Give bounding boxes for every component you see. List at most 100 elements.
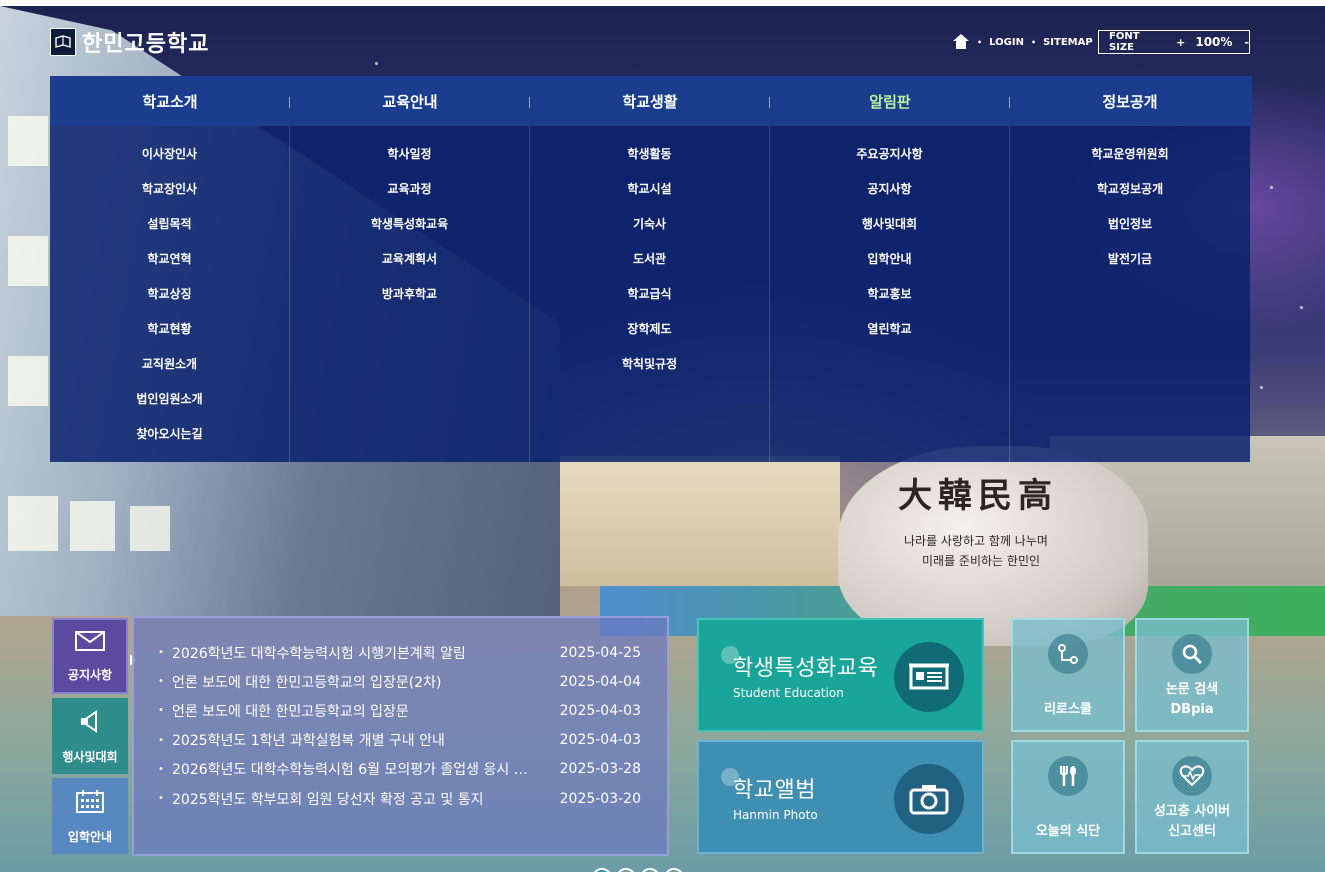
riroschool-tile[interactable]: 리로스쿨 bbox=[1011, 618, 1125, 732]
gnb-item[interactable]: 기숙사 bbox=[530, 213, 769, 248]
list-item[interactable]: • 2026학년도 대학수학능력시험 6월 모의평가 졸업생 응시 … 2025-0… bbox=[158, 755, 641, 784]
student-education-tile[interactable]: 학생특성화교육 Student Education bbox=[697, 618, 984, 732]
gnb-item[interactable]: 설립목적 bbox=[50, 213, 289, 248]
notice-tab-announcements[interactable]: 공지사항 bbox=[52, 618, 136, 694]
list-item[interactable]: • 언론 보도에 대한 한민고등학교의 입장문 2025-04-03 bbox=[158, 696, 641, 725]
notice-title[interactable]: 언론 보도에 대한 한민고등학교의 입장문 bbox=[172, 701, 552, 721]
star bbox=[1300, 306, 1303, 309]
gnb-item[interactable]: 학교현황 bbox=[50, 318, 289, 353]
school-album-tile[interactable]: 학교앨범 Hanmin Photo bbox=[697, 740, 984, 854]
gnb-column-school-intro: 이사장인사 학교장인사 설립목적 학교연혁 학교상징 학교현황 교직원소개 법인… bbox=[50, 126, 290, 462]
cyber-report-center-tile[interactable]: 성고충 사이버 신고센터 bbox=[1135, 740, 1249, 854]
list-item[interactable]: • 2026학년도 대학수학능력시험 시행기본계획 알림 2025-04-25 bbox=[158, 638, 641, 667]
notice-tab-label: 공지사항 bbox=[67, 668, 113, 682]
notice-date: 2025-04-03 bbox=[559, 732, 641, 749]
gnb-item[interactable]: 학생특성화교육 bbox=[290, 213, 529, 248]
gnb-column-school-life: 학생활동 학교시설 기숙사 도서관 학교급식 장학제도 학칙및규정 bbox=[530, 126, 770, 462]
notice-title[interactable]: 2025학년도 1학년 과학실험복 개별 구내 안내 bbox=[172, 730, 552, 750]
dbpia-search-tile[interactable]: 논문 검색 DBpia bbox=[1135, 618, 1249, 732]
today-meal-tile[interactable]: 오늘의 식단 bbox=[1011, 740, 1125, 854]
gnb-item[interactable]: 학사일정 bbox=[290, 143, 529, 178]
gnb-item[interactable]: 학교운영위원회 bbox=[1010, 143, 1250, 178]
decorative-bubble bbox=[721, 768, 739, 786]
quick-label-line1: 성고충 사이버 bbox=[1153, 804, 1231, 819]
separator-dot: • bbox=[1030, 37, 1037, 47]
monument-title: 大韓民高 bbox=[898, 476, 1058, 516]
gnb-item[interactable]: 교직원소개 bbox=[50, 353, 289, 388]
quick-label: 오늘의 식단 bbox=[1035, 824, 1101, 839]
sitemap-link[interactable]: SITEMAP bbox=[1043, 37, 1093, 48]
gnb-column-notice-board: 주요공지사항 공지사항 행사및대회 입학안내 학교홍보 열린학교 bbox=[770, 126, 1010, 462]
gnb-item[interactable]: 열린학교 bbox=[770, 318, 1009, 353]
site-logo[interactable]: 한민고등학교 bbox=[50, 26, 209, 58]
main-navigation: 학교소개 교육안내 학교생활 알림판 정보공개 이사장인사 학교장인사 설립목적… bbox=[50, 76, 1252, 462]
tab-information-disclosure[interactable]: 정보공개 bbox=[1010, 76, 1250, 126]
quick-label-line1: 논문 검색 bbox=[1165, 682, 1219, 697]
font-size-decrease-button[interactable]: - bbox=[1244, 36, 1249, 49]
hero-background: 大韓民高 나라를 사랑하고 함께 나누며 미래를 준비하는 한민인 한민고등학교… bbox=[0, 6, 1325, 872]
slide-dot[interactable] bbox=[592, 868, 612, 872]
gnb-item[interactable]: 학교장인사 bbox=[50, 178, 289, 213]
list-item[interactable]: • 2025학년도 1학년 과학실험복 개별 구내 안내 2025-04-03 bbox=[158, 726, 641, 755]
gnb-item[interactable]: 학교정보공개 bbox=[1010, 178, 1250, 213]
feature-subtitle: Hanmin Photo bbox=[733, 808, 818, 822]
gnb-column-information-disclosure: 학교운영위원회 학교정보공개 법인정보 발전기금 bbox=[1010, 126, 1250, 462]
gnb-item[interactable]: 주요공지사항 bbox=[770, 143, 1009, 178]
monument-motto-line1: 나라를 사랑하고 함께 나누며 bbox=[904, 534, 1048, 548]
list-item[interactable]: • 2025학년도 학부모회 임원 당선자 확정 공고 및 통지 2025-03-2… bbox=[158, 784, 641, 813]
notice-list: • 2026학년도 대학수학능력시험 시행기본계획 알림 2025-04-25 • 언… bbox=[132, 616, 669, 856]
gnb-item[interactable]: 찾아오시는길 bbox=[50, 423, 289, 458]
feature-title: 학생특성화교육 bbox=[733, 656, 879, 681]
tab-notice-board[interactable]: 알림판 bbox=[770, 76, 1010, 126]
slide-dot[interactable] bbox=[616, 868, 636, 872]
separator-dot: • bbox=[977, 37, 983, 47]
gnb-item[interactable]: 행사및대회 bbox=[770, 213, 1009, 248]
font-size-label: FONT SIZE bbox=[1109, 31, 1140, 53]
gnb-item[interactable]: 법인정보 bbox=[1010, 213, 1250, 248]
star bbox=[1270, 186, 1273, 189]
gnb-item[interactable]: 학교시설 bbox=[530, 178, 769, 213]
slide-dot[interactable] bbox=[640, 868, 660, 872]
feature-title: 학교앨범 bbox=[733, 778, 816, 803]
notice-tab-events[interactable]: 행사및대회 bbox=[52, 698, 128, 774]
gnb-dropdown-panel: 이사장인사 학교장인사 설립목적 학교연혁 학교상징 학교현황 교직원소개 법인… bbox=[50, 126, 1250, 462]
font-size-increase-button[interactable]: + bbox=[1176, 36, 1185, 49]
quick-label: 성고충 사이버 신고센터 bbox=[1154, 802, 1230, 842]
font-size-control: FONT SIZE + 100% - bbox=[1098, 30, 1250, 54]
notice-title[interactable]: 2025학년도 학부모회 임원 당선자 확정 공고 및 통지 bbox=[172, 789, 552, 809]
tab-school-intro[interactable]: 학교소개 bbox=[50, 76, 290, 126]
camera-icon bbox=[894, 764, 964, 834]
notice-date: 2025-04-25 bbox=[559, 644, 641, 661]
gnb-item[interactable]: 입학안내 bbox=[770, 248, 1009, 283]
gnb-item[interactable]: 학교급식 bbox=[530, 283, 769, 318]
gnb-item[interactable]: 학교홍보 bbox=[770, 283, 1009, 318]
gnb-item[interactable]: 학칙및규정 bbox=[530, 353, 769, 388]
gnb-item[interactable]: 학교연혁 bbox=[50, 248, 289, 283]
gnb-item[interactable]: 발전기금 bbox=[1010, 248, 1250, 283]
gnb-item[interactable]: 공지사항 bbox=[770, 178, 1009, 213]
notice-title[interactable]: 언론 보도에 대한 한민고등학교의 입장문(2차) bbox=[172, 672, 552, 692]
notice-title[interactable]: 2026학년도 대학수학능력시험 6월 모의평가 졸업생 응시 … bbox=[172, 759, 552, 779]
building-center bbox=[540, 456, 840, 586]
notice-title[interactable]: 2026학년도 대학수학능력시험 시행기본계획 알림 bbox=[172, 643, 552, 663]
gnb-item[interactable]: 학생활동 bbox=[530, 143, 769, 178]
gnb-item[interactable]: 장학제도 bbox=[530, 318, 769, 353]
login-link[interactable]: LOGIN bbox=[989, 37, 1024, 48]
slide-pager bbox=[592, 868, 708, 872]
tab-school-life[interactable]: 학교생활 bbox=[530, 76, 770, 126]
gnb-item[interactable]: 이사장인사 bbox=[50, 143, 289, 178]
gnb-item[interactable]: 방과후학교 bbox=[290, 283, 529, 318]
gnb-item[interactable]: 도서관 bbox=[530, 248, 769, 283]
notice-tab-admission[interactable]: 입학안내 bbox=[52, 778, 128, 854]
gnb-item[interactable]: 법인임원소개 bbox=[50, 388, 289, 423]
gnb-item[interactable]: 교육계획서 bbox=[290, 248, 529, 283]
slide-dot[interactable] bbox=[664, 868, 684, 872]
feature-text: 학교앨범 Hanmin Photo bbox=[733, 772, 818, 822]
gnb-item[interactable]: 교육과정 bbox=[290, 178, 529, 213]
gnb-column-education: 학사일정 교육과정 학생특성화교육 교육계획서 방과후학교 bbox=[290, 126, 530, 462]
tab-education[interactable]: 교육안내 bbox=[290, 76, 530, 126]
gnb-item[interactable]: 학교상징 bbox=[50, 283, 289, 318]
list-item[interactable]: • 언론 보도에 대한 한민고등학교의 입장문(2차) 2025-04-04 bbox=[158, 667, 641, 696]
home-icon[interactable] bbox=[952, 34, 970, 50]
bullet-dot: • bbox=[158, 734, 164, 746]
